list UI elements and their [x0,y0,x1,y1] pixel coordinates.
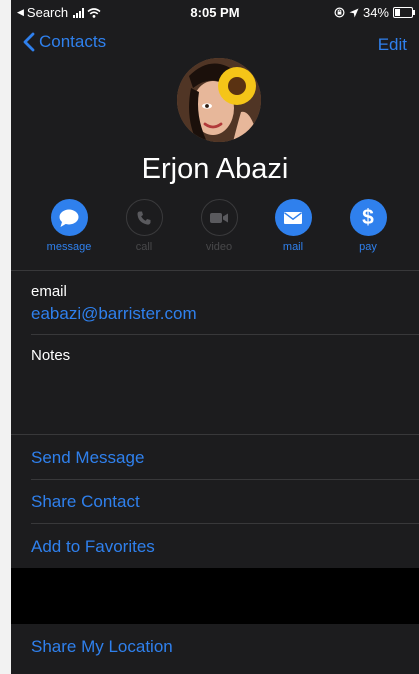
message-action-label: message [46,241,92,253]
mail-action-button[interactable]: mail [263,199,323,253]
call-action-button[interactable]: call [114,199,174,253]
battery-percent: 34% [362,5,389,20]
email-label: email [31,283,67,300]
back-to-contacts-button[interactable]: Contacts [23,32,106,52]
divider [11,270,419,271]
send-message-button[interactable]: Send Message [31,448,144,468]
video-action-label: video [205,241,233,253]
video-action-button[interactable]: video [189,199,249,253]
chevron-left-icon [23,32,35,52]
contact-avatar[interactable] [177,58,261,142]
quick-actions: message call video mail $ pay [11,199,419,259]
message-action-button[interactable]: message [39,199,99,253]
email-value[interactable]: eabazi@barrister.com [31,304,197,324]
notes-field[interactable] [11,366,419,426]
edit-button[interactable]: Edit [378,35,407,55]
battery-fill [395,9,401,16]
location-arrow-icon [349,8,359,17]
navigation-bar: Contacts Edit [11,30,419,60]
divider [31,479,419,480]
status-right: 34% [334,5,415,20]
add-to-favorites-button[interactable]: Add to Favorites [31,537,155,557]
share-location-cell[interactable]: Share My Location [11,624,419,674]
share-my-location-button[interactable]: Share My Location [31,637,173,657]
message-icon [59,209,79,227]
avatar-photo [177,58,261,142]
screen-rotation-lock-icon [334,7,345,18]
video-camera-icon [210,212,228,223]
phone-icon [137,211,151,225]
contact-card-screen: ◀ Search 8:05 PM 34% Contacts Edit Erjon… [11,0,419,674]
divider [31,523,419,524]
notes-label: Notes [31,347,71,364]
share-contact-button[interactable]: Share Contact [31,492,140,512]
pay-action-label: pay [359,241,377,253]
divider [11,434,419,435]
back-button-label: Contacts [39,32,107,51]
contact-name: Erjon Abazi [141,153,289,185]
mail-icon [284,211,302,224]
status-bar: ◀ Search 8:05 PM 34% [11,0,419,26]
dollar-icon: $ [362,206,374,229]
mail-action-label: mail [282,241,304,253]
pay-action-button[interactable]: $ pay [338,199,398,253]
sunflower-icon [218,67,256,105]
call-action-label: call [135,241,153,253]
battery-icon [393,7,415,18]
section-separator [11,568,419,624]
divider [31,334,419,335]
